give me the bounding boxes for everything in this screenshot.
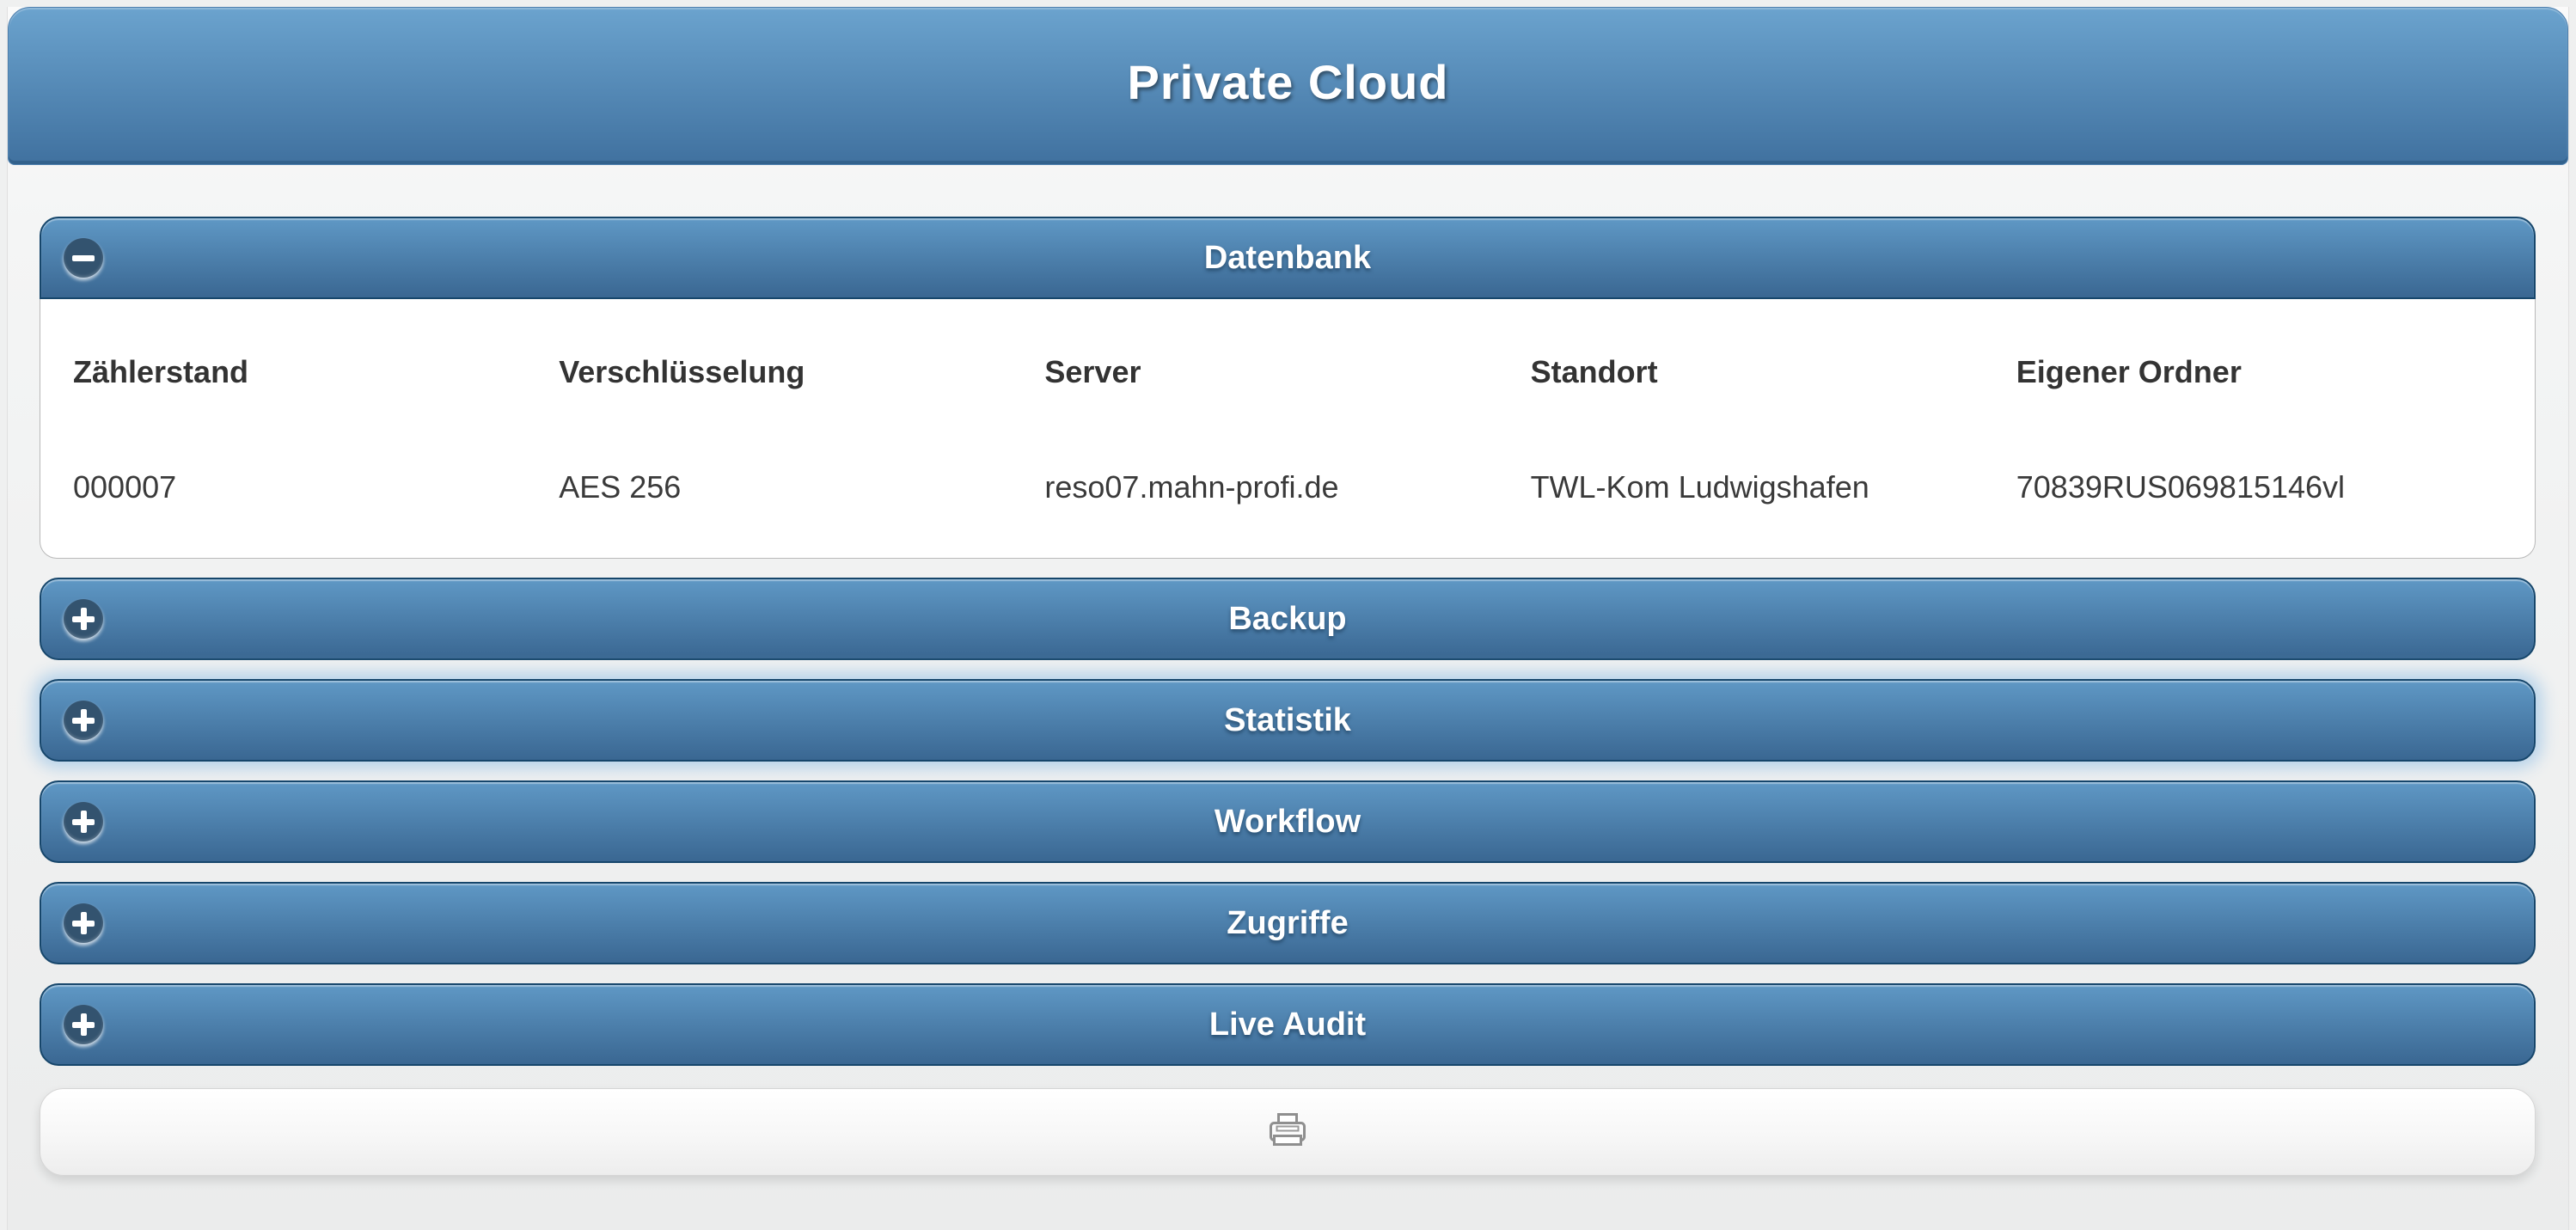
app-header-banner: Private Cloud xyxy=(8,7,2568,165)
accordion-header-workflow[interactable]: Workflow xyxy=(40,780,2536,863)
accordion-header-label: Backup xyxy=(1228,601,1346,638)
column-header: Eigener Ordner xyxy=(2016,299,2502,390)
page-title: Private Cloud xyxy=(1128,54,1449,119)
table-header-row: Zählerstand Verschlüsselung Server Stand… xyxy=(73,299,2502,390)
column-header: Server xyxy=(1044,299,1530,390)
accordion: Datenbank Zählerstand Verschlüsselung Se… xyxy=(40,217,2536,1066)
column-header: Standort xyxy=(1531,299,2016,390)
page: Private Cloud Datenbank Zählerstand Vers… xyxy=(7,7,2569,1230)
plus-icon xyxy=(64,599,103,639)
plus-icon xyxy=(64,903,103,943)
minus-icon xyxy=(64,238,103,278)
accordion-header-statistik[interactable]: Statistik xyxy=(40,679,2536,762)
cell-verschluesselung: AES 256 xyxy=(559,390,1044,505)
cell-standort: TWL-Kom Ludwigshafen xyxy=(1531,390,2016,505)
accordion-header-backup[interactable]: Backup xyxy=(40,578,2536,660)
datenbank-table: Zählerstand Verschlüsselung Server Stand… xyxy=(73,299,2502,505)
accordion-header-label: Statistik xyxy=(1224,702,1351,739)
cell-server: reso07.mahn-profi.de xyxy=(1044,390,1530,505)
plus-icon xyxy=(64,802,103,841)
accordion-header-zugriffe[interactable]: Zugriffe xyxy=(40,882,2536,964)
accordion-header-datenbank[interactable]: Datenbank xyxy=(40,217,2536,299)
datenbank-panel: Zählerstand Verschlüsselung Server Stand… xyxy=(40,299,2536,559)
accordion-header-live-audit[interactable]: Live Audit xyxy=(40,983,2536,1066)
column-header: Verschlüsselung xyxy=(559,299,1044,390)
accordion-header-label: Workflow xyxy=(1215,804,1361,841)
accordion-header-label: Datenbank xyxy=(1204,240,1371,277)
table-row: 000007 AES 256 reso07.mahn-profi.de TWL-… xyxy=(73,390,2502,505)
column-header: Zählerstand xyxy=(73,299,559,390)
plus-icon xyxy=(64,1005,103,1044)
accordion-header-label: Live Audit xyxy=(1209,1007,1366,1043)
accordion-header-label: Zugriffe xyxy=(1227,905,1348,942)
plus-icon xyxy=(64,701,103,740)
print-button[interactable] xyxy=(40,1088,2536,1176)
cell-zaehlerstand: 000007 xyxy=(73,390,559,505)
printer-icon xyxy=(1266,1112,1309,1152)
cell-eigener-ordner: 70839RUS069815146vl xyxy=(2016,390,2502,505)
